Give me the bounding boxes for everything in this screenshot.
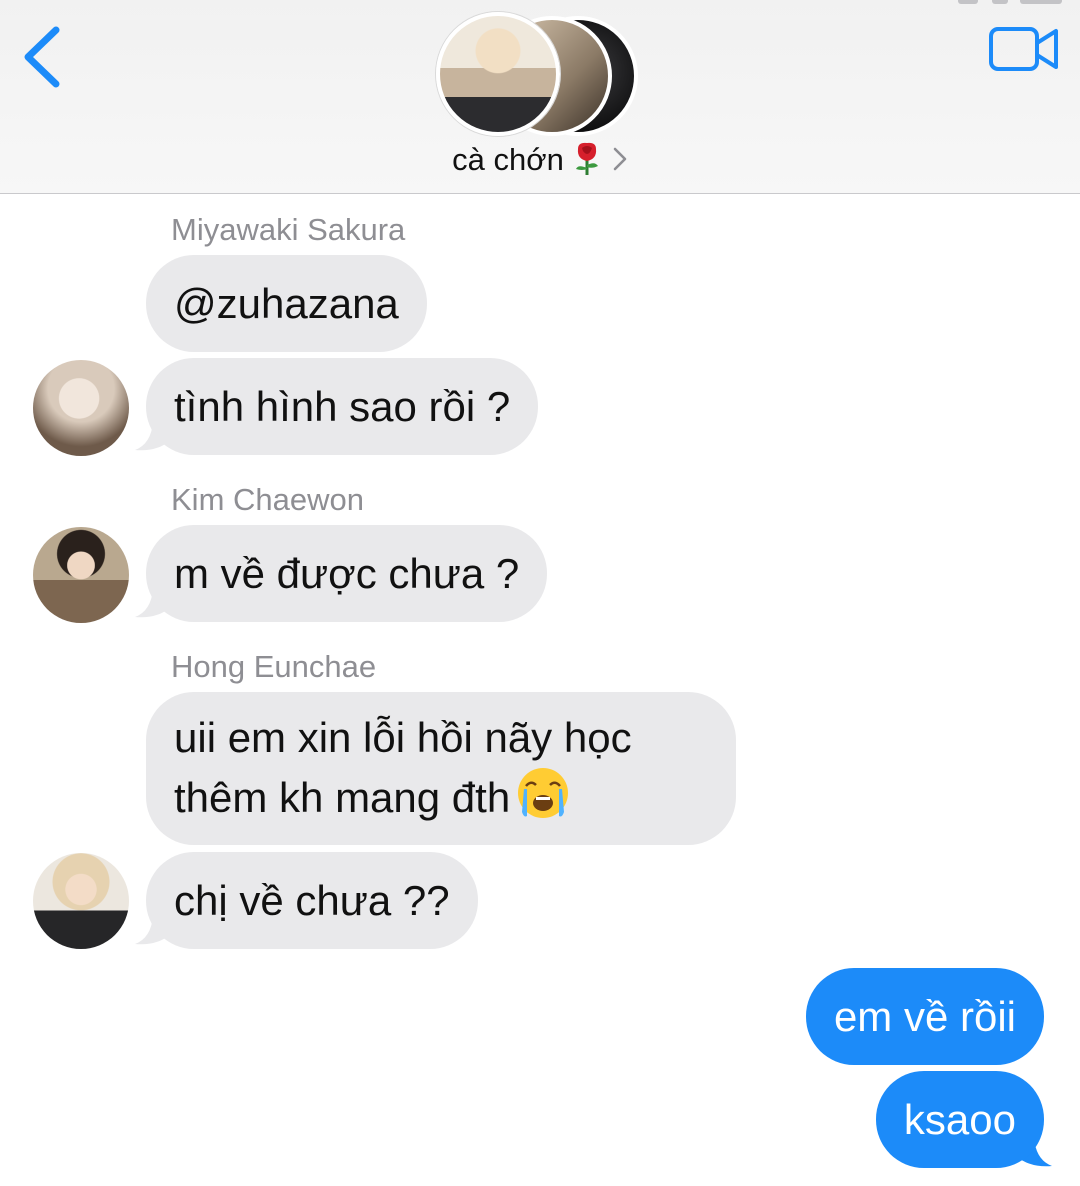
message-bubble-incoming[interactable]: @zuhazana (146, 255, 427, 352)
status-bar-remnant (958, 0, 1062, 6)
back-chevron-icon[interactable] (18, 22, 66, 92)
group-avatar-stack[interactable] (436, 12, 646, 136)
avatar[interactable] (33, 360, 129, 456)
message-bubble-outgoing[interactable]: ksaoo (875, 1071, 1044, 1168)
sender-name: Kim Chaewon (171, 482, 364, 517)
message-bubble-incoming[interactable]: uii em xin lỗi hồi nãy học thêm kh mang … (146, 692, 736, 845)
rose-icon (575, 142, 598, 175)
avatar[interactable] (33, 853, 129, 949)
chevron-right-icon (613, 147, 627, 171)
sender-name: Hong Eunchae (171, 649, 377, 684)
message-bubble-outgoing[interactable]: em về rồii (805, 968, 1044, 1065)
message-bubble-incoming[interactable]: tình hình sao rồi ? (146, 358, 539, 455)
crying-face-emoji-icon (518, 768, 569, 818)
group-member-avatar (436, 12, 560, 136)
group-name-label: cà chớn (452, 142, 564, 177)
conversation-header: cà chớn (0, 0, 1080, 194)
message-bubble-incoming[interactable]: chị về chưa ?? (146, 852, 478, 949)
video-call-icon[interactable] (988, 24, 1060, 74)
avatar[interactable] (33, 527, 129, 623)
message-text-line: uii em xin lỗi hồi nãy học (174, 714, 632, 761)
message-text-line: thêm kh mang đth (174, 774, 511, 821)
sender-name: Miyawaki Sakura (171, 212, 406, 247)
message-bubble-incoming[interactable]: m về được chưa ? (146, 525, 548, 622)
group-name-button[interactable]: cà chớn (0, 140, 1080, 178)
